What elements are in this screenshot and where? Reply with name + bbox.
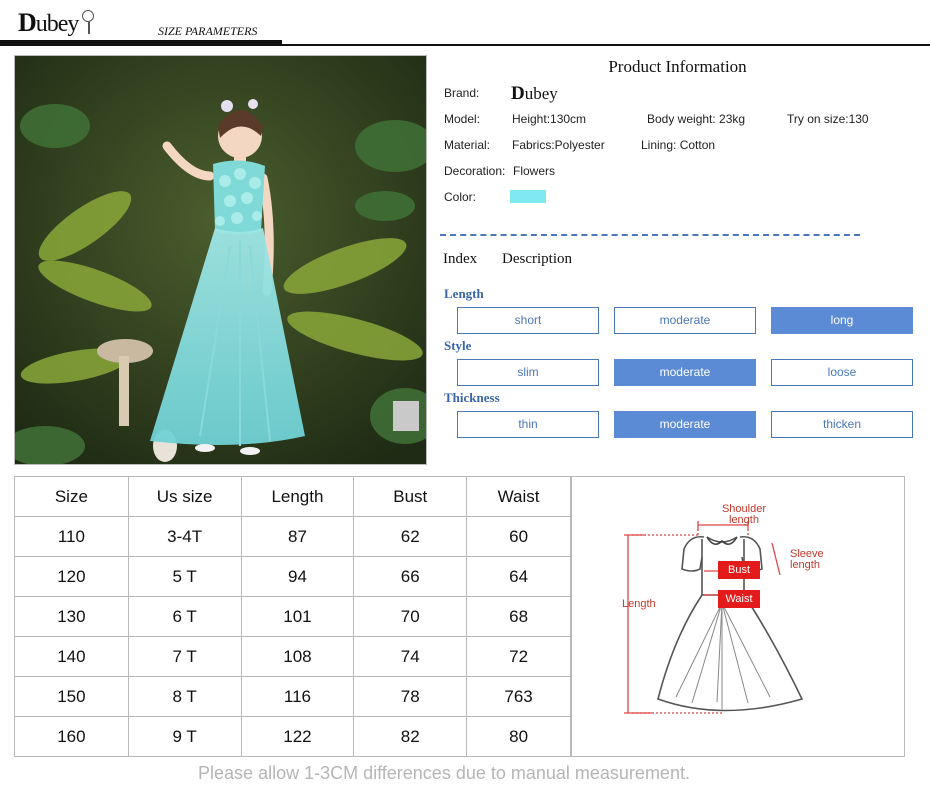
table-row: 110 3-4T 87 62 60 <box>14 516 571 557</box>
cell-size: 140 <box>14 636 129 677</box>
header-bust: Bust <box>353 476 468 517</box>
measurement-diagram: Shoulder length Sleeve length Length Bus… <box>571 476 905 757</box>
decoration-value: Flowers <box>513 164 556 178</box>
measurement-disclaimer: Please allow 1-3CM differences due to ma… <box>198 763 690 783</box>
table-row: 150 8 T 116 78 763 <box>14 676 571 717</box>
cell-length: 87 <box>240 516 355 557</box>
header-waist: Waist <box>466 476 571 517</box>
material-lining: Lining: Cotton <box>641 138 716 152</box>
index-description: Description <box>502 251 572 267</box>
header-length: Length <box>240 476 355 517</box>
cell-waist: 80 <box>466 716 571 757</box>
table-row: 130 6 T 101 70 68 <box>14 596 571 637</box>
header-rule-thick <box>0 40 282 46</box>
cell-waist: 72 <box>466 636 571 677</box>
cell-length: 101 <box>240 596 355 637</box>
cell-waist: 68 <box>466 596 571 637</box>
model-label: Model: <box>444 112 481 126</box>
index-title: Index <box>443 251 478 267</box>
shoulder-length-label: Shoulder length <box>721 503 767 526</box>
cell-bust: 62 <box>353 516 468 557</box>
logo-flower-icon <box>82 10 94 22</box>
table-row: 140 7 T 108 74 72 <box>14 636 571 677</box>
size-chart-table: Size Us size Length Bust Waist 110 3-4T … <box>14 476 571 757</box>
cell-us-size: 7 T <box>127 636 242 677</box>
cell-us-size: 5 T <box>127 556 242 597</box>
cell-length: 116 <box>240 676 355 717</box>
color-swatch <box>510 190 546 203</box>
cell-length: 122 <box>240 716 355 757</box>
cell-size: 120 <box>14 556 129 597</box>
color-label: Color: <box>444 190 477 204</box>
material-label: Material: <box>444 138 491 152</box>
category-thickness-label: Thickness <box>444 390 500 405</box>
cell-us-size: 8 T <box>127 676 242 717</box>
product-photo <box>14 55 427 465</box>
product-info-title: Product Information <box>608 57 747 76</box>
girl-in-dress-photo-icon <box>15 56 426 464</box>
cell-size: 130 <box>14 596 129 637</box>
sleeve-length-label: Sleeve length <box>790 548 824 571</box>
page-subtitle: SIZE PARAMETERS <box>158 24 258 38</box>
cell-bust: 66 <box>353 556 468 597</box>
option-thickness-moderate: moderate <box>614 411 756 438</box>
cell-us-size: 3-4T <box>127 516 242 557</box>
cell-us-size: 6 T <box>127 596 242 637</box>
brand-rest: ubey <box>524 84 558 103</box>
option-style-moderate: moderate <box>614 359 756 386</box>
cell-waist: 763 <box>466 676 571 717</box>
option-style-slim: slim <box>457 359 599 386</box>
length-label: Length <box>622 598 656 610</box>
option-style-loose: loose <box>771 359 913 386</box>
logo-stem-icon <box>88 22 90 34</box>
brand-label: Brand: <box>444 86 480 100</box>
category-length-label: Length <box>444 286 484 301</box>
header-size: Size <box>14 476 129 517</box>
option-thickness-thicken: thicken <box>771 411 913 438</box>
cell-size: 110 <box>14 516 129 557</box>
model-height: Height:130cm <box>512 112 587 126</box>
cell-us-size: 9 T <box>127 716 242 757</box>
waist-label: Waist <box>718 590 760 608</box>
bust-label: Bust <box>718 561 760 579</box>
option-length-moderate: moderate <box>614 307 756 334</box>
logo-initial: D <box>18 8 37 37</box>
header-us-size: Us size <box>127 476 242 517</box>
header-rule-thin <box>282 44 930 46</box>
cell-waist: 60 <box>466 516 571 557</box>
table-header-row: Size Us size Length Bust Waist <box>14 476 571 517</box>
cell-length: 108 <box>240 636 355 677</box>
cell-bust: 82 <box>353 716 468 757</box>
cell-size: 150 <box>14 676 129 717</box>
cell-waist: 64 <box>466 556 571 597</box>
category-style-label: Style <box>444 338 472 353</box>
brand-initial: D <box>511 83 525 104</box>
section-divider <box>440 234 860 236</box>
cell-bust: 78 <box>353 676 468 717</box>
cell-length: 94 <box>240 556 355 597</box>
model-try-on-size: Try on size:130 <box>787 112 869 126</box>
logo-rest: ubey <box>35 11 80 37</box>
brand-logo-small: Dubey <box>511 83 558 105</box>
cell-bust: 70 <box>353 596 468 637</box>
page-header: Dubey SIZE PARAMETERS <box>0 0 930 48</box>
cell-size: 160 <box>14 716 129 757</box>
option-length-short: short <box>457 307 599 334</box>
option-thickness-thin: thin <box>457 411 599 438</box>
cell-bust: 74 <box>353 636 468 677</box>
table-row: 160 9 T 122 82 80 <box>14 716 571 757</box>
material-fabrics: Fabrics:Polyester <box>512 138 605 152</box>
model-weight: Body weight: 23kg <box>647 112 746 126</box>
decoration-label: Decoration: <box>444 164 506 178</box>
option-length-long: long <box>771 307 913 334</box>
brand-logo: Dubey <box>18 8 80 38</box>
table-row: 120 5 T 94 66 64 <box>14 556 571 597</box>
